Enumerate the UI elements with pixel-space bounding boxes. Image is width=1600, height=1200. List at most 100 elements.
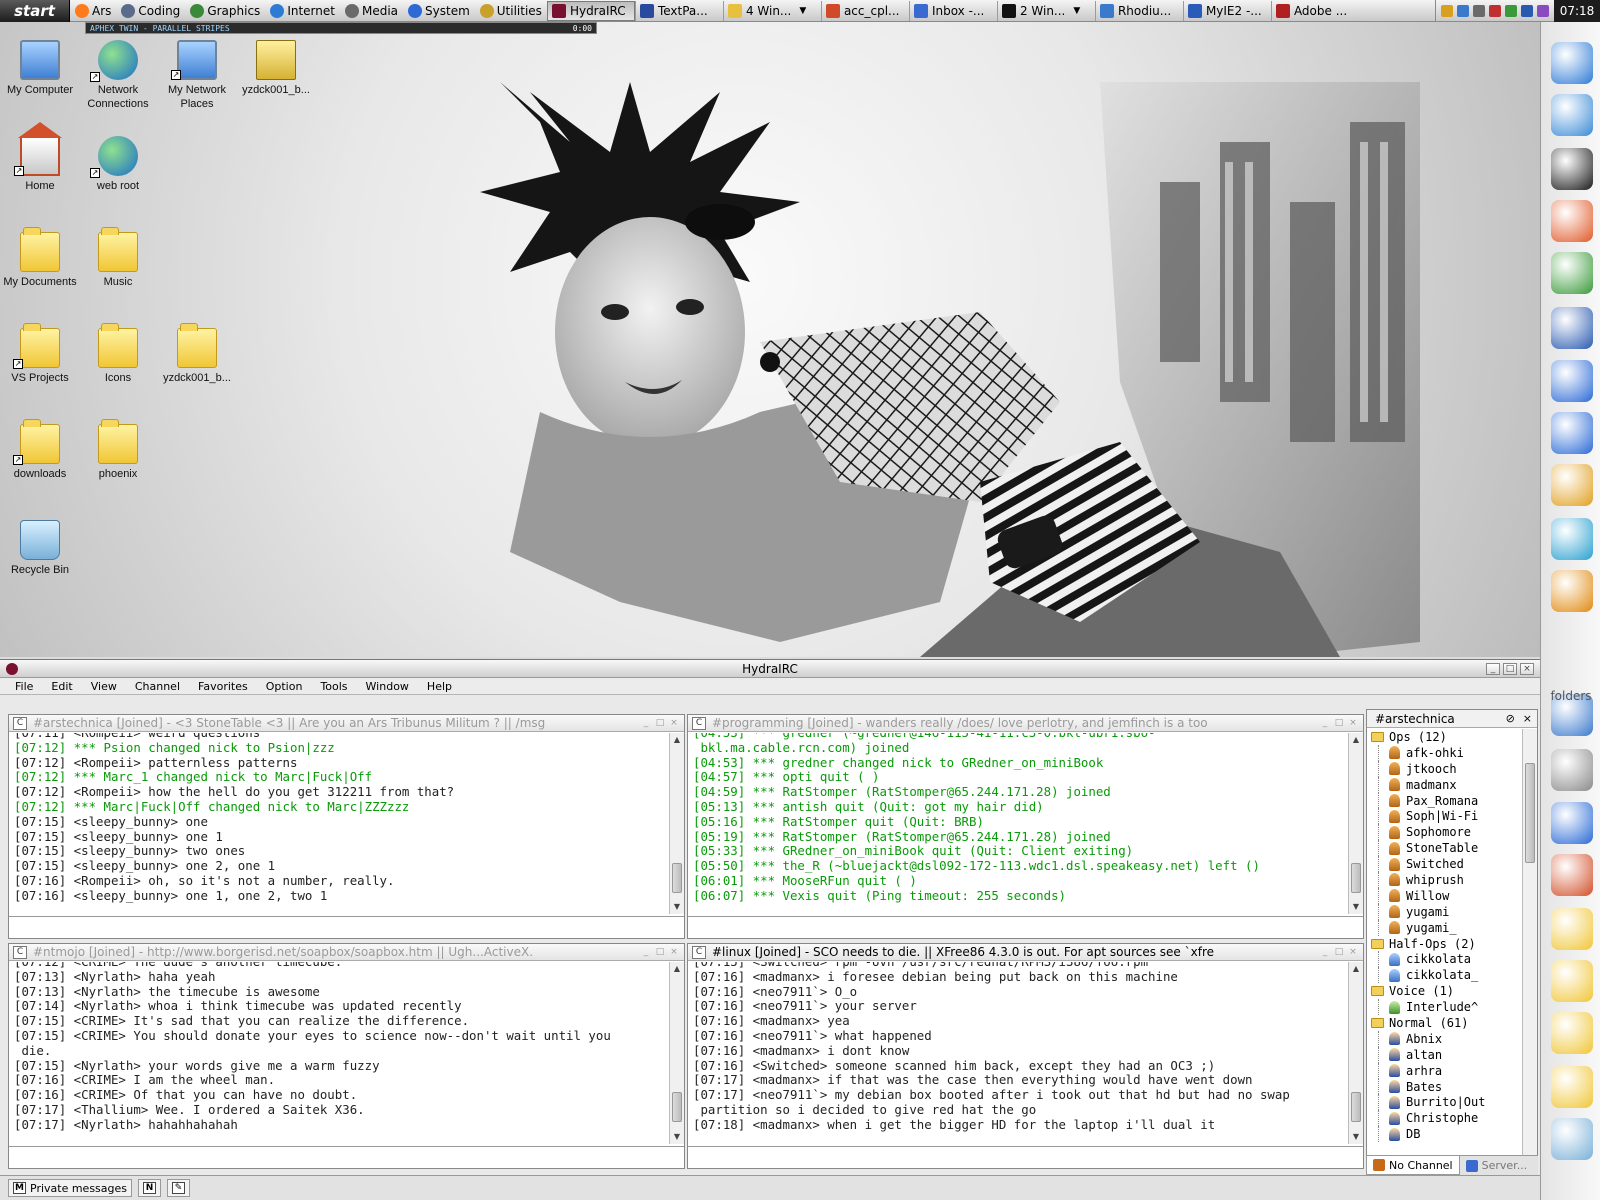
- taskbar-button[interactable]: TextPa...: [634, 0, 723, 21]
- minimize-icon[interactable]: _: [1319, 718, 1331, 729]
- user-list-item[interactable]: cikkolata_: [1367, 967, 1521, 984]
- user-list-item[interactable]: altan: [1367, 1046, 1521, 1063]
- user-list-item[interactable]: arhra: [1367, 1062, 1521, 1079]
- user-list-item[interactable]: Switched: [1367, 856, 1521, 872]
- scroll-thumb[interactable]: [1351, 1092, 1361, 1122]
- tray-user-icon[interactable]: [1441, 4, 1453, 17]
- tray-bluetooth-icon[interactable]: [1521, 4, 1533, 17]
- close-icon[interactable]: ×: [668, 718, 680, 729]
- user-list-item[interactable]: yugami_: [1367, 919, 1521, 936]
- menu-channel[interactable]: Channel: [126, 680, 189, 693]
- taskbar-button[interactable]: MyIE2 -...: [1182, 0, 1271, 21]
- minimize-icon[interactable]: _: [640, 718, 652, 729]
- taskbar-button[interactable]: acc_cpl...: [820, 0, 909, 21]
- user-list-item[interactable]: cikkolata: [1367, 951, 1521, 968]
- zip-file-icon[interactable]: yzdck001_b...: [236, 40, 316, 97]
- user-list-item[interactable]: madmanx: [1367, 776, 1521, 793]
- private-messages-button[interactable]: M Private messages: [8, 1179, 133, 1197]
- home-icon[interactable]: ↗ Home: [0, 122, 80, 193]
- scroll-down-icon[interactable]: ▼: [1349, 1130, 1363, 1144]
- user-list-item[interactable]: Interlude^: [1367, 999, 1521, 1015]
- home-icon[interactable]: [1551, 854, 1593, 896]
- scroll-thumb[interactable]: [672, 1092, 682, 1122]
- taskbar-button[interactable]: 4 Win... ▼: [722, 0, 821, 21]
- tray-security-icon[interactable]: [1489, 4, 1501, 17]
- tools-button[interactable]: ✎: [167, 1179, 191, 1197]
- taskbar-button[interactable]: 2 Win... ▼: [996, 0, 1095, 21]
- chat-input[interactable]: [9, 1146, 684, 1168]
- users-icon[interactable]: [1551, 252, 1593, 294]
- quicklaunch-graphics[interactable]: Graphics: [185, 0, 265, 22]
- chat-scrollbar[interactable]: ▲ ▼: [669, 962, 684, 1144]
- ie-icon[interactable]: [1551, 360, 1593, 402]
- my-network-places-icon[interactable]: ↗ My Network Places: [157, 40, 237, 111]
- chat-input[interactable]: [688, 916, 1363, 938]
- menu-tools[interactable]: Tools: [311, 680, 356, 693]
- user-list-item[interactable]: Willow: [1367, 887, 1521, 904]
- user-list-item[interactable]: Sophomore: [1367, 824, 1521, 841]
- chat-scrollbar[interactable]: ▲ ▼: [669, 733, 684, 914]
- close-icon[interactable]: ×: [1347, 718, 1359, 729]
- scroll-down-icon[interactable]: ▼: [670, 900, 684, 914]
- tray-volume-icon[interactable]: [1473, 4, 1485, 17]
- user-list-item[interactable]: afk-ohki: [1367, 744, 1521, 761]
- user-list-item[interactable]: yugami: [1367, 903, 1521, 920]
- web-root-icon[interactable]: ↗ web root: [78, 136, 158, 193]
- quicklaunch-internet[interactable]: Internet: [265, 0, 340, 22]
- music-icon[interactable]: [1551, 1066, 1593, 1108]
- maximize-icon[interactable]: □: [1333, 718, 1345, 729]
- n-button[interactable]: N: [138, 1179, 162, 1197]
- drive-icon[interactable]: [1551, 749, 1593, 791]
- close-icon[interactable]: ×: [668, 947, 680, 958]
- user-list-item[interactable]: Burrito|Out: [1367, 1094, 1521, 1111]
- close-icon[interactable]: ×: [1523, 712, 1532, 725]
- user-list-item[interactable]: Christophe: [1367, 1110, 1521, 1127]
- music-folder-icon[interactable]: Music: [78, 227, 158, 289]
- menu-favorites[interactable]: Favorites: [189, 680, 257, 693]
- menu-window[interactable]: Window: [357, 680, 418, 693]
- user-group-voice[interactable]: Voice (1): [1367, 983, 1521, 999]
- chevron-down-icon[interactable]: ▼: [1073, 6, 1080, 16]
- console-icon[interactable]: [1551, 148, 1593, 190]
- user-list-item[interactable]: Abnix: [1367, 1030, 1521, 1047]
- media-player-icon[interactable]: [1551, 518, 1593, 560]
- quicklaunch-system[interactable]: System: [403, 0, 475, 22]
- chat-input[interactable]: [9, 916, 684, 938]
- minimize-button[interactable]: _: [1486, 662, 1500, 675]
- chevron-down-icon[interactable]: ▼: [799, 6, 806, 16]
- pane-titlebar[interactable]: C #arstechnica [Joined] - <3 StoneTable <…: [9, 715, 684, 732]
- user-list-item[interactable]: Pax_Romana: [1367, 792, 1521, 809]
- scroll-up-icon[interactable]: ▲: [1349, 962, 1363, 976]
- user-list-scrollbar[interactable]: [1522, 729, 1537, 1173]
- taskbar-button[interactable]: Inbox -...: [908, 0, 997, 21]
- quicklaunch-utilities[interactable]: Utilities: [475, 0, 547, 22]
- phoenix-folder-icon[interactable]: phoenix: [78, 419, 158, 481]
- user-group-normal[interactable]: Normal (61): [1367, 1015, 1521, 1031]
- user-list-item[interactable]: Bates: [1367, 1078, 1521, 1095]
- scroll-up-icon[interactable]: ▲: [670, 962, 684, 976]
- maximize-icon[interactable]: □: [654, 947, 666, 958]
- maximize-icon[interactable]: □: [1333, 947, 1345, 958]
- taskbar-button[interactable]: Adobe ...: [1270, 0, 1359, 21]
- icons-folder-icon[interactable]: Icons: [78, 323, 158, 385]
- minimize-icon[interactable]: _: [640, 947, 652, 958]
- user-list-item[interactable]: Soph|Wi-Fi: [1367, 808, 1521, 825]
- folder-icon[interactable]: [1551, 908, 1593, 950]
- tray-network-icon[interactable]: [1457, 4, 1469, 17]
- recycle-bin-icon[interactable]: Recycle Bin: [0, 520, 80, 577]
- recycle-bin-icon[interactable]: [1551, 1118, 1593, 1160]
- yzdck-folder-icon[interactable]: yzdck001_b...: [157, 323, 237, 385]
- network-icon[interactable]: [1551, 802, 1593, 844]
- user-group-op[interactable]: Ops (12): [1367, 729, 1521, 745]
- user-list-scroll-thumb[interactable]: [1525, 763, 1535, 863]
- menu-option[interactable]: Option: [257, 680, 312, 693]
- quicklaunch-ars[interactable]: Ars: [70, 0, 116, 22]
- maximize-icon[interactable]: □: [654, 718, 666, 729]
- winamp-icon[interactable]: [1551, 464, 1593, 506]
- my-computer-icon[interactable]: My Computer: [0, 40, 80, 97]
- menu-edit[interactable]: Edit: [42, 680, 81, 693]
- vs-projects-folder-icon[interactable]: ↗ VS Projects: [0, 323, 80, 385]
- menu-view[interactable]: View: [82, 680, 126, 693]
- taskbar-button[interactable]: Rhodiu...: [1094, 0, 1183, 21]
- scroll-down-icon[interactable]: ▼: [1349, 900, 1363, 914]
